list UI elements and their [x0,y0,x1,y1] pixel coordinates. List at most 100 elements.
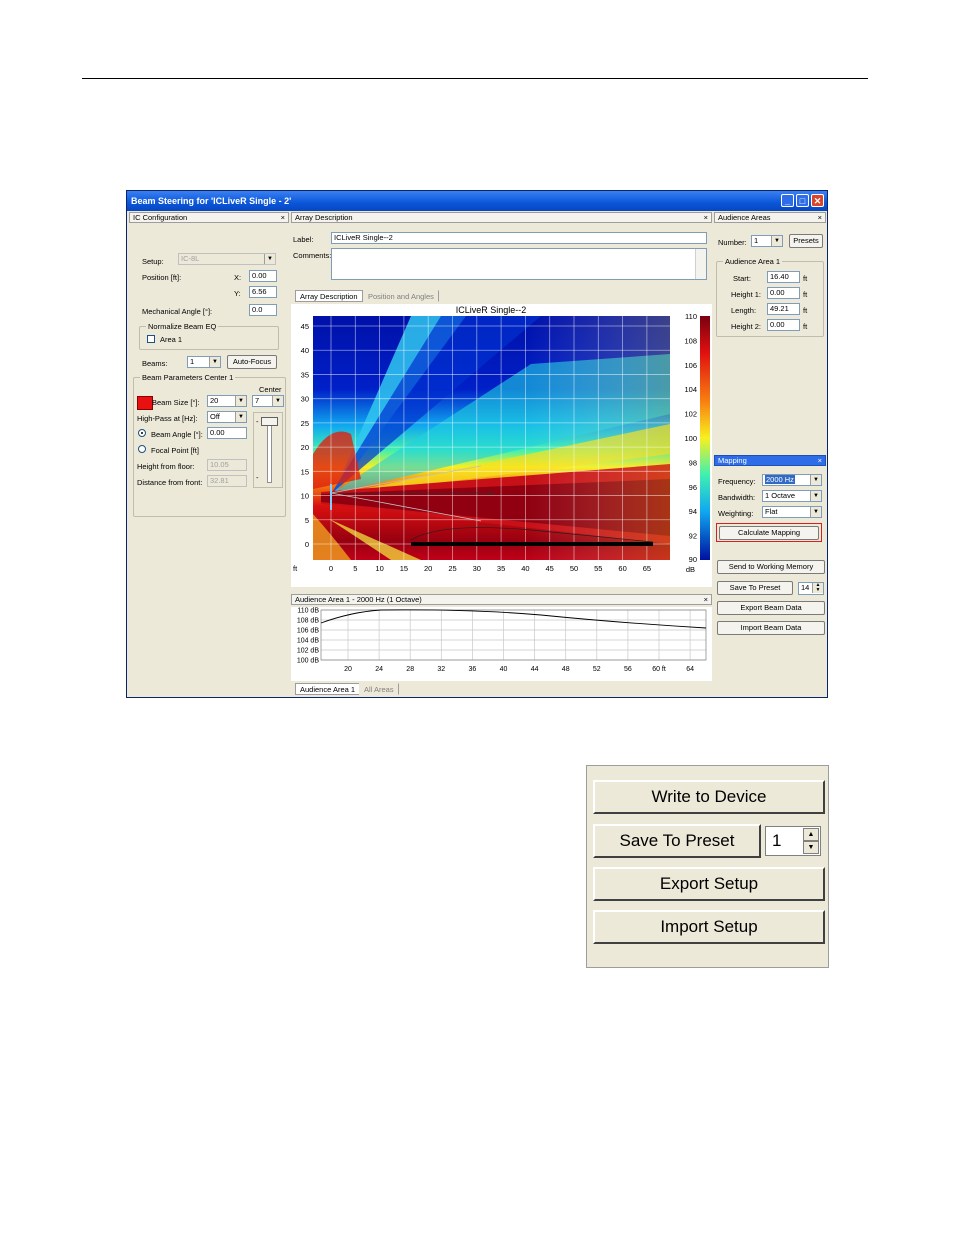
x-tick-label: 64 [686,666,694,673]
y-tick-label: 25 [301,419,309,428]
x-tick-label: 60 [618,564,626,573]
center-select[interactable]: 7 ▼ [252,395,284,407]
close-panel-icon[interactable]: × [818,213,822,222]
preset-spinner-value: 1 [772,831,782,850]
length-input[interactable]: 49.21 [767,303,800,315]
export-beam-data-button[interactable]: Export Beam Data [717,601,825,615]
auto-focus-button[interactable]: Auto-Focus [227,355,277,369]
label-input[interactable]: ICLiveR Single--2 [331,232,707,244]
beam-size-select[interactable]: 20 ▼ [207,395,247,407]
close-panel-icon[interactable]: × [281,213,285,222]
setup-label: Setup: [142,257,164,266]
start-label: Start: [733,274,751,283]
heatmap-area: ICLiveR Single--2 0 5 10 15 20 25 30 35 … [291,304,712,587]
colorbar [700,316,710,560]
weighting-label: Weighting: [718,509,754,518]
slider-thumb[interactable] [261,417,278,426]
close-panel-icon[interactable]: × [818,456,822,465]
maximize-button[interactable]: □ [796,194,809,207]
audience-areas-panel: Audience Areas × Number: 1 ▼ Presets Audie… [714,212,826,452]
import-beam-data-button[interactable]: Import Beam Data [717,621,825,635]
audience-response-panel: Audience Area 1 - 2000 Hz (1 Octave) × 11… [291,594,712,696]
response-x-ticks: 20 24 28 32 36 40 44 48 52 56 60 ft 64 [344,666,694,673]
unit-label: ft [803,290,808,299]
title-bar[interactable]: Beam Steering for 'ICLiveR Single - 2' _… [127,191,827,211]
distance-from-front-input[interactable]: 32.81 [207,475,247,487]
focal-point-label: Focal Point [ft] [151,446,199,455]
save-to-preset-button[interactable]: Save To Preset [717,581,793,595]
spin-up-icon[interactable]: ▲ [803,828,819,841]
number-select[interactable]: 1 ▼ [751,235,783,247]
y-tick-label: 106 dB [297,628,320,635]
bandwidth-select[interactable]: 1 Octave ▼ [762,490,822,502]
center-slider-frame: - - [253,412,283,488]
export-setup-button[interactable]: Export Setup [593,867,825,901]
save-to-preset-large-button[interactable]: Save To Preset [593,824,761,858]
comments-scrollbar[interactable] [695,249,706,279]
presets-button[interactable]: Presets [789,234,823,248]
x-label: X: [234,273,242,282]
beam-size-value: 20 [210,396,219,405]
unit-label: ft [803,274,808,283]
position-label: Position [ft]: [142,273,182,282]
minimize-button[interactable]: _ [781,194,794,207]
import-setup-button[interactable]: Import Setup [593,910,825,944]
write-to-device-button[interactable]: Write to Device [593,780,825,814]
weighting-select[interactable]: Flat ▼ [762,506,822,518]
colorbar-tick-label: 100 [684,434,697,443]
y-tick-label: 104 dB [297,638,320,645]
tab-array-description[interactable]: Array Description [295,290,363,302]
height2-input[interactable]: 0.00 [767,319,800,331]
chevron-down-icon: ▼ [810,475,821,485]
chevron-down-icon: ▼ [810,491,821,501]
tab-all-areas[interactable]: All Areas [359,683,399,695]
position-x-input[interactable]: 0.00 [249,270,277,282]
high-pass-value: Off [210,412,220,421]
high-pass-select[interactable]: Off ▼ [207,411,247,423]
array-description-panel: Array Description × Label: ICLiveR Single… [291,212,712,592]
beam-angle-input[interactable]: 0.00 [207,427,247,439]
calculate-mapping-button[interactable]: Calculate Mapping [719,526,819,540]
tab-position-and-angles[interactable]: Position and Angles [363,290,439,302]
y-tick-label: 10 [301,492,309,501]
x-tick-label: 5 [353,564,357,573]
setup-select[interactable]: IC-8L ▼ [178,253,276,265]
close-panel-icon[interactable]: × [704,213,708,222]
page-header-rule [82,78,868,79]
preset-spinner-large[interactable]: 1 ▲ ▼ [765,826,821,856]
beam-color-swatch[interactable] [137,396,153,410]
window-title: Beam Steering for 'ICLiveR Single - 2' [131,196,292,206]
spinner-arrows-icon[interactable]: ▲ ▼ [812,583,823,593]
mechanical-angle-label: Mechanical Angle [°]: [142,307,213,316]
y-tick-label: 15 [301,467,309,476]
start-input[interactable]: 16.40 [767,271,800,283]
x-tick-label: 40 [500,666,508,673]
height1-input[interactable]: 0.00 [767,287,800,299]
frequency-select[interactable]: 2000 Hz ▼ [762,474,822,486]
close-panel-icon[interactable]: × [704,595,708,604]
panel-title: Audience Area 1 - 2000 Hz (1 Octave) [295,595,422,604]
beams-select[interactable]: 1 ▼ [187,356,221,368]
frequency-label: Frequency: [718,477,756,486]
mechanical-angle-input[interactable]: 0.0 [249,304,277,316]
normalize-beam-eq-group: Normalize Beam EQ Area 1 [139,322,279,350]
y-tick-label: 100 dB [297,658,320,665]
preset-number-spinner[interactable]: 14 ▲ ▼ [798,582,824,595]
high-pass-label: High-Pass at [Hz]: [137,414,198,423]
close-button[interactable]: ✕ [811,194,824,207]
height1-label: Height 1: [731,290,762,299]
focal-point-radio[interactable] [138,445,146,453]
comments-textarea[interactable] [331,248,707,280]
beam-params-title: Beam Parameters Center 1 [140,373,236,382]
area1-checkbox[interactable] [147,335,155,343]
spinner-buttons[interactable]: ▲ ▼ [803,828,819,854]
beam-angle-radio[interactable] [138,429,146,437]
spin-down-icon[interactable]: ▼ [803,841,819,854]
y-tick-label: 20 [301,443,309,452]
height-from-floor-input[interactable]: 10.05 [207,459,247,471]
center-label: Center [259,385,282,394]
position-y-input[interactable]: 6.56 [249,286,277,298]
x-tick-label: 20 [424,564,432,573]
tab-audience-area-1[interactable]: Audience Area 1 [295,683,361,695]
send-to-working-memory-button[interactable]: Send to Working Memory [717,560,825,574]
